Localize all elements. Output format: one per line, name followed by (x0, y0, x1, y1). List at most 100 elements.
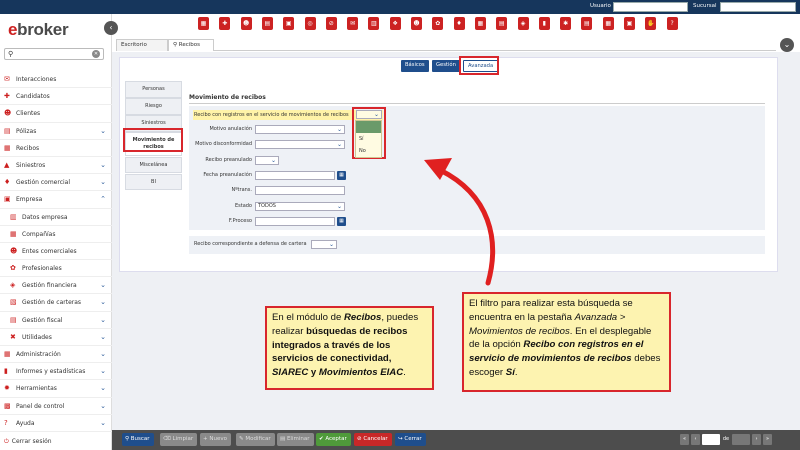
eliminar-button[interactable]: ▤ Eliminar (277, 433, 314, 446)
tab-recibos[interactable]: ⚲ Recibos (168, 39, 214, 51)
estado-label: Estado (234, 203, 252, 209)
chevron-down-icon: ⌄ (100, 418, 106, 427)
shortcut-icon[interactable]: ▦ (198, 17, 209, 30)
sidebar-item-utilidades[interactable]: ✖ Utilidades ⌄ (0, 329, 112, 346)
shortcut-icon[interactable]: ✉ (347, 17, 359, 30)
sidebar-item-empresa[interactable]: ▣ Empresa ⌃ (0, 191, 112, 209)
shortcut-icon[interactable]: ▮ (538, 17, 550, 30)
sidebar-item-gestión-fiscal[interactable]: ▤ Gestión fiscal ⌄ (0, 312, 112, 329)
buscar-button[interactable]: ⚲ Buscar (122, 433, 154, 446)
shortcut-icon[interactable]: ✋ (645, 17, 657, 30)
shortcut-icon[interactable]: ◎ (304, 17, 316, 30)
shortcut-icon[interactable]: ▥ (368, 17, 380, 30)
sidebar-item-compañías[interactable]: ▦ Compañías (0, 226, 112, 243)
shortcut-icon[interactable]: ▤ (496, 17, 508, 30)
sidebar-search-input[interactable]: ⚲ ✕ (4, 48, 104, 60)
calendar-icon[interactable]: ▦ (337, 217, 346, 226)
sidebar-item-informes-y-estadísticas[interactable]: ▮ Informes y estadísticas ⌄ (0, 363, 112, 381)
sidebar-item-label: Interacciones (16, 76, 57, 83)
nuevo-button[interactable]: + Nuevo (200, 433, 231, 446)
shortcut-icon[interactable]: ▤ (261, 17, 273, 30)
subtab-personas[interactable]: Personas (125, 81, 182, 98)
sidebar-item-profesionales[interactable]: ✿ Profesionales (0, 260, 112, 278)
clear-icon[interactable]: ✕ (92, 50, 100, 58)
gear-icon: ✹ (4, 384, 10, 393)
chevron-down-icon: ⌄ (100, 178, 106, 187)
shortcut-icon[interactable]: ☻ (240, 17, 252, 30)
sidebar-item-administración[interactable]: ▦ Administración ⌄ (0, 346, 112, 364)
usuario-field[interactable] (613, 2, 688, 12)
motivo-anulacion-select[interactable]: ⌄ (255, 125, 345, 134)
sidebar-item-pólizas[interactable]: ▤ Pólizas ⌄ (0, 123, 112, 140)
next-page-button[interactable]: › (752, 434, 761, 445)
shortcut-icon[interactable]: ✱ (560, 17, 572, 30)
sucursal-field[interactable] (720, 2, 796, 12)
tab-escritorio[interactable]: Escritorio (116, 39, 168, 51)
shortcut-icon[interactable]: ▤ (581, 17, 593, 30)
sidebar-item-gestión-de-carteras[interactable]: ▧ Gestión de carteras ⌄ (0, 294, 112, 312)
fproceso-input[interactable] (255, 217, 335, 226)
shortcut-icon[interactable]: ▣ (283, 17, 295, 30)
subtab-bi[interactable]: BI (125, 173, 182, 190)
first-page-button[interactable]: « (680, 434, 689, 445)
shortcut-icon[interactable]: ✚ (219, 17, 231, 30)
fecha-preanulacion-input[interactable] (255, 171, 335, 180)
defensa-cartera-select[interactable]: ⌄ (311, 240, 337, 249)
sidebar-item-ayuda[interactable]: ? Ayuda ⌄ (0, 415, 112, 432)
page-input[interactable] (702, 434, 720, 445)
note-right: El filtro para realizar esta búsqueda se… (462, 292, 671, 392)
sidebar-item-candidatos[interactable]: ✚ Candidatos (0, 88, 112, 106)
option-no[interactable]: No (356, 145, 381, 157)
sidebar-item-datos-empresa[interactable]: ▥ Datos empresa (0, 209, 112, 226)
pager-de-label: de (722, 436, 730, 442)
shortcut-icon[interactable]: ❖ (389, 17, 401, 30)
admin-icon: ▦ (4, 350, 11, 358)
shortcut-icon[interactable]: ◈ (517, 17, 529, 30)
shortcut-icon[interactable]: ⊘ (325, 17, 337, 30)
sidebar-item-siniestros[interactable]: ▲ Siniestros ⌄ (0, 157, 112, 175)
tax-icon: ▤ (10, 315, 17, 324)
option-si[interactable]: Sí (356, 133, 381, 145)
recibo-preanulado-select[interactable]: ⌄ (255, 156, 279, 165)
ntrans-input[interactable] (255, 186, 345, 195)
cerrar-button[interactable]: ↪ Cerrar (395, 433, 426, 446)
calendar-icon[interactable]: ▦ (337, 171, 346, 180)
shortcut-icon[interactable]: ▣ (624, 17, 635, 30)
recibo-registros-options: Sí No (355, 120, 382, 158)
shortcut-icon[interactable]: ♦ (453, 17, 465, 30)
estado-select[interactable]: TODOS ⌄ (255, 202, 345, 211)
modificar-button[interactable]: ✎ Modificar (236, 433, 275, 446)
chevron-down-icon: ⌄ (100, 298, 106, 307)
sidebar-item-recibos[interactable]: ▦ Recibos (0, 140, 112, 157)
aceptar-button[interactable]: ✔ Aceptar (316, 433, 351, 446)
shortcut-icon[interactable]: ▦ (474, 17, 486, 30)
sidebar-item-gestión-comercial[interactable]: ♦ Gestión comercial ⌄ (0, 174, 112, 192)
last-page-button[interactable]: » (763, 434, 772, 445)
mode-basicos-button[interactable]: Básicos (401, 60, 429, 72)
shortcut-icon[interactable]: ▦ (602, 17, 614, 30)
expand-button[interactable]: ⌄ (780, 38, 794, 52)
sidebar-item-interacciones[interactable]: ✉ Interacciones (0, 71, 112, 89)
motivo-disconformidad-select[interactable]: ⌄ (255, 140, 345, 149)
sidebar-item-label: Compañías (22, 230, 56, 238)
sidebar-item-panel-de-control[interactable]: ▩ Panel de control ⌄ (0, 398, 112, 415)
sidebar-item-label: Gestión comercial (16, 179, 71, 187)
sidebar-item-gestión-financiera[interactable]: ◈ Gestión financiera ⌄ (0, 277, 112, 295)
sidebar-item-entes-comerciales[interactable]: ☻ Entes comerciales (0, 243, 112, 261)
limpiar-button[interactable]: ⌫ Limpiar (160, 433, 198, 446)
subtab-miscelanea[interactable]: Miscelánea (125, 156, 182, 173)
logout-link[interactable]: ⏻ Cerrar sesión (4, 438, 52, 446)
shortcut-icon[interactable]: ✿ (432, 17, 444, 30)
shortcut-icon[interactable]: ? (666, 17, 678, 30)
sidebar-item-herramientas[interactable]: ✹ Herramientas ⌄ (0, 380, 112, 398)
motivo-anulacion-label: Motivo anulación (209, 126, 252, 132)
sidebar-item-clientes[interactable]: ☻ Clientes (0, 105, 112, 123)
cancelar-button[interactable]: ⊘ Cancelar (354, 433, 392, 446)
ebroker-logo[interactable]: ebroker (8, 20, 69, 40)
mode-gestion-button[interactable]: Gestión (432, 60, 460, 72)
option-blank[interactable] (356, 121, 381, 133)
shortcut-icon[interactable]: ☻ (411, 17, 422, 30)
collapse-sidebar-button[interactable]: ‹ (104, 21, 118, 35)
subtab-riesgo[interactable]: Riesgo (125, 98, 182, 115)
prev-page-button[interactable]: ‹ (691, 434, 700, 445)
